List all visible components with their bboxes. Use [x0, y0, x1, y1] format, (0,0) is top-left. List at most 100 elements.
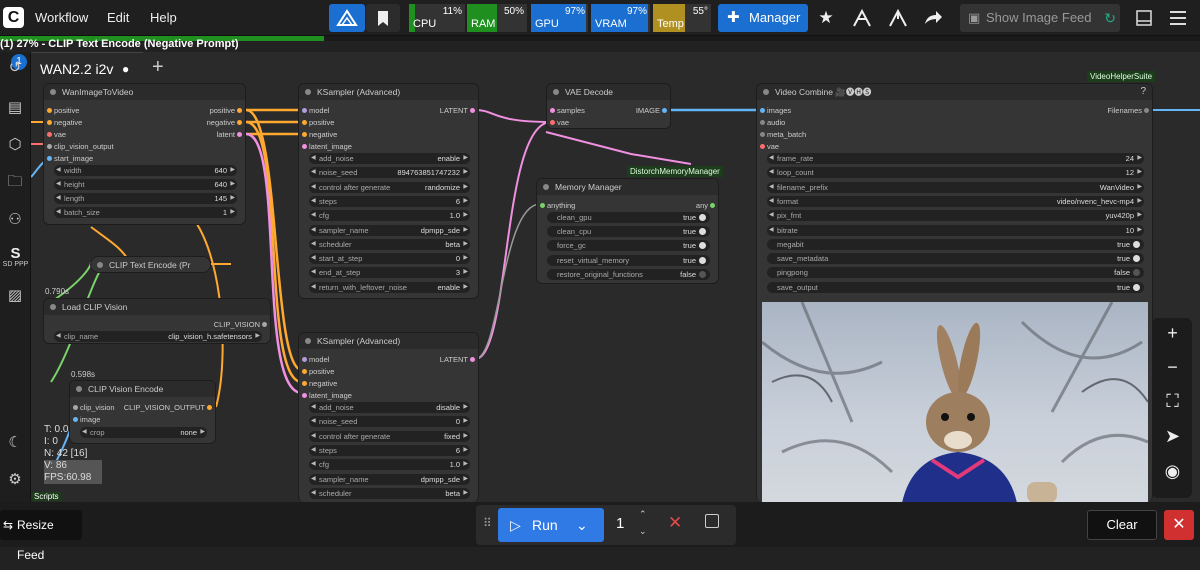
cube-icon[interactable]: ⬡	[5, 135, 25, 155]
widget-pingpong[interactable]: pingpong false	[767, 267, 1144, 279]
help-button[interactable]: ?	[1140, 86, 1146, 97]
scripts-badge[interactable]: Scripts	[31, 492, 62, 501]
input-anything[interactable]: anything	[540, 201, 575, 210]
folder-icon[interactable]: 🗀	[5, 172, 25, 192]
settings-gear-icon[interactable]: ⚙	[5, 470, 25, 490]
widget-cfg[interactable]: cfg 1.0	[309, 210, 470, 222]
resize-feed-button[interactable]: ⇆ Resize Feed	[0, 510, 82, 562]
node-vae-decode[interactable]: VAE Decode samples vae IMAGE	[546, 83, 671, 129]
widget-scheduler[interactable]: scheduler beta	[309, 487, 470, 499]
input-negative[interactable]: negative	[47, 118, 82, 127]
widget-steps[interactable]: steps 6	[309, 195, 470, 207]
history-icon[interactable]: ↺	[5, 58, 25, 78]
input-model[interactable]: model	[302, 355, 329, 364]
zoom-out-button[interactable]: −	[1157, 352, 1188, 383]
workspace-alt-button[interactable]	[884, 4, 912, 32]
output-clip-vision[interactable]: CLIP_VISION	[214, 320, 267, 329]
clear-button[interactable]: Clear	[1087, 510, 1157, 540]
output-latent[interactable]: LATENT	[440, 355, 475, 364]
widget-start-at-step[interactable]: start_at_step 0	[309, 253, 470, 265]
widget-clip-name[interactable]: clip_nameclip_vision_h.safetensors	[54, 331, 262, 342]
widget-width[interactable]: width640	[54, 165, 237, 176]
input-meta-batch[interactable]: meta_batch	[760, 130, 806, 139]
node-video-combine[interactable]: Video Combine 🎥🅥🅗🅢 ? images audio meta_b…	[756, 83, 1153, 502]
bookmark-button[interactable]	[366, 4, 400, 32]
toggle-links-button[interactable]: ◉	[1157, 456, 1188, 487]
widget-restore-original-functions[interactable]: restore_original_functions false	[547, 268, 710, 280]
moon-icon[interactable]: ☾	[5, 433, 25, 453]
widget-force-gc[interactable]: force_gc true	[547, 240, 710, 252]
queue-list-icon[interactable]: ▤	[5, 98, 25, 118]
stop-square-icon[interactable]	[705, 514, 719, 528]
node-clip-text-encode[interactable]: CLIP Text Encode (Pr	[90, 256, 211, 273]
crystools-logo-button[interactable]	[329, 4, 365, 32]
widget-steps[interactable]: steps 6	[309, 444, 470, 456]
output-image[interactable]: IMAGE	[636, 106, 667, 115]
output-filenames[interactable]: Filenames	[1107, 106, 1149, 115]
input-negative[interactable]: negative	[302, 379, 337, 388]
node-ksampler-1[interactable]: KSampler (Advanced) model positive negat…	[298, 83, 479, 299]
widget-noise-seed[interactable]: noise_seed 0	[309, 416, 470, 428]
input-model[interactable]: model	[302, 106, 329, 115]
widget-reset-virtual-memory[interactable]: reset_virtual_memory true	[547, 254, 710, 266]
input-audio[interactable]: audio	[760, 118, 785, 127]
widget-sampler-name[interactable]: sampler_name dpmpp_sde	[309, 473, 470, 485]
output-any[interactable]: any	[696, 201, 715, 210]
output-latent[interactable]: LATENT	[440, 106, 475, 115]
hamburger-button[interactable]	[1164, 4, 1192, 32]
increment-icon[interactable]: ⌃	[639, 509, 647, 520]
batch-count-input[interactable]: 1	[616, 515, 624, 532]
input-clip-vision-output[interactable]: clip_vision_output	[47, 142, 114, 151]
output-positive[interactable]: positive	[210, 106, 242, 115]
widget-megabit[interactable]: megabit true	[767, 238, 1144, 250]
sd-ppp-button[interactable]: S SD PPP	[0, 245, 31, 275]
widget-scheduler[interactable]: scheduler beta	[309, 238, 470, 250]
node-tree-icon[interactable]: ⚇	[5, 210, 25, 230]
cancel-x-icon[interactable]: ✕	[668, 513, 682, 533]
image-gallery-icon[interactable]: ▨	[5, 286, 25, 306]
input-negative[interactable]: negative	[302, 130, 337, 139]
input-latent-image[interactable]: latent_image	[302, 142, 352, 151]
output-clip-vision-output[interactable]: CLIP_VISION_OUTPUT	[124, 403, 212, 412]
widget-bitrate[interactable]: bitrate 10	[767, 224, 1144, 236]
widget-pix-fmt[interactable]: pix_fmt yuv420p	[767, 210, 1144, 222]
input-vae[interactable]: vae	[760, 142, 779, 151]
fit-view-button[interactable]: ⛶	[1157, 386, 1188, 417]
output-negative[interactable]: negative	[207, 118, 242, 127]
widget-noise-seed[interactable]: noise_seed 894763851747232	[309, 167, 470, 179]
widget-control-after-generate[interactable]: control after generate randomize	[309, 181, 470, 193]
input-clip-vision[interactable]: clip_vision	[73, 403, 115, 412]
comfy-logo[interactable]: C	[3, 7, 24, 28]
widget-cfg[interactable]: cfg 1.0	[309, 459, 470, 471]
input-positive[interactable]: positive	[47, 106, 79, 115]
zoom-in-button[interactable]: +	[1157, 318, 1188, 349]
widget-format[interactable]: format video/nvenc_hevc-mp4	[767, 195, 1144, 207]
widget-save-metadata[interactable]: save_metadata true	[767, 253, 1144, 265]
menu-workflow[interactable]: Workflow	[35, 10, 88, 25]
video-preview[interactable]	[762, 302, 1148, 502]
input-latent-image[interactable]: latent_image	[302, 391, 352, 400]
graph-canvas[interactable]: WAN2.2 i2v ● + VideoHelperSuite Distorch…	[31, 52, 1200, 502]
output-latent[interactable]: latent	[217, 130, 242, 139]
widget-add-noise[interactable]: add_noise disable	[309, 402, 470, 413]
close-button[interactable]: ✕	[1164, 510, 1194, 540]
input-images[interactable]: images	[760, 106, 791, 115]
node-wan-image-to-video[interactable]: WanImageToVideo positive negative vae cl…	[43, 83, 246, 225]
widget-save-output[interactable]: save_output true	[767, 281, 1144, 293]
input-samples[interactable]: samples	[550, 106, 585, 115]
node-ksampler-2[interactable]: KSampler (Advanced) model positive negat…	[298, 332, 479, 502]
drag-handle-icon[interactable]: ⠿	[483, 516, 492, 530]
widget-batch-size[interactable]: batch_size1	[54, 207, 237, 218]
panel-bottom-button[interactable]	[1130, 4, 1158, 32]
widget-end-at-step[interactable]: end_at_step 3	[309, 267, 470, 279]
share-button[interactable]	[919, 4, 947, 32]
widget-control-after-generate[interactable]: control after generate fixed	[309, 430, 470, 442]
input-positive[interactable]: positive	[302, 118, 334, 127]
menu-edit[interactable]: Edit	[107, 10, 129, 25]
run-button[interactable]: ▷ Run ⌄	[498, 508, 604, 542]
manager-button[interactable]: ✚ Manager	[718, 4, 808, 32]
node-load-clip-vision[interactable]: Load CLIP Vision CLIP_VISION clip_namecl…	[43, 298, 271, 344]
favorites-button[interactable]: ★	[812, 4, 840, 32]
show-image-feed-button[interactable]: ▣ Show Image Feed ↻	[960, 4, 1120, 32]
widget-sampler-name[interactable]: sampler_name dpmpp_sde	[309, 224, 470, 236]
